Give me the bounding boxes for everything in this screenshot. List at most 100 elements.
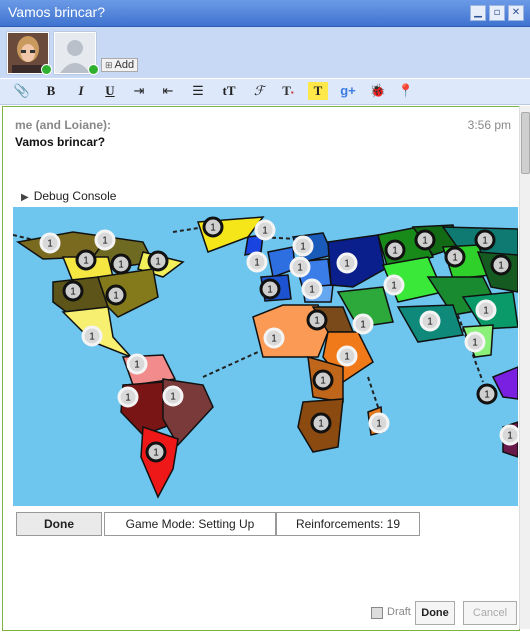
army-count-label: 1: [484, 390, 490, 401]
army-count-marker[interactable]: 1: [202, 216, 224, 238]
army-count-marker[interactable]: 1: [336, 252, 358, 274]
attach-icon[interactable]: 📎: [12, 82, 32, 100]
underline-icon[interactable]: U: [100, 82, 120, 100]
army-count-label: 1: [314, 316, 320, 327]
army-count-label: 1: [102, 236, 108, 247]
army-count-marker[interactable]: 1: [312, 369, 334, 391]
minimize-button[interactable]: ▁: [470, 5, 486, 21]
game-mode-label: Game Mode: Setting Up: [104, 512, 276, 536]
army-count-label: 1: [344, 352, 350, 363]
add-participant-button[interactable]: ⊞ Add: [101, 58, 139, 72]
army-count-marker[interactable]: 1: [105, 284, 127, 306]
army-count-marker[interactable]: 1: [499, 424, 518, 446]
maximize-button[interactable]: ▫: [489, 5, 505, 21]
army-count-label: 1: [344, 259, 350, 270]
google-plus-icon[interactable]: g+: [338, 82, 358, 100]
army-count-label: 1: [300, 242, 306, 253]
army-count-marker[interactable]: 1: [263, 327, 285, 349]
army-count-marker[interactable]: 1: [475, 299, 497, 321]
italic-icon[interactable]: I: [71, 82, 91, 100]
text-color-icon[interactable]: T▪: [278, 82, 298, 100]
army-count-marker[interactable]: 1: [162, 385, 184, 407]
army-count-marker[interactable]: 1: [292, 235, 314, 257]
army-count-label: 1: [297, 263, 303, 274]
window-title: Vamos brincar?: [8, 4, 106, 20]
army-count-label: 1: [118, 260, 124, 271]
army-count-marker[interactable]: 1: [259, 278, 281, 300]
army-count-label: 1: [318, 419, 324, 430]
army-count-marker[interactable]: 1: [414, 229, 436, 251]
army-count-marker[interactable]: 1: [126, 353, 148, 375]
participants-bar: ⊞ Add: [0, 27, 530, 78]
army-count-marker[interactable]: 1: [383, 274, 405, 296]
highlight-icon[interactable]: T: [308, 82, 328, 100]
army-count-marker[interactable]: 1: [336, 345, 358, 367]
world-map[interactable]: 1 1 1 1 1 1 1 1 1 1 1 1 1 1 1 1 1 1 1 1 1 1 1 1 1 1 1 1 1 1 1 1 1 1 1 1 1 1: [13, 207, 518, 506]
army-count-marker[interactable]: 1: [39, 232, 61, 254]
south-america: [120, 354, 214, 499]
army-count-marker[interactable]: 1: [94, 229, 116, 251]
army-count-label: 1: [83, 256, 89, 267]
expand-triangle-icon: ▶: [21, 192, 29, 203]
outdent-icon[interactable]: ⇤: [158, 82, 178, 100]
army-count-label: 1: [483, 306, 489, 317]
army-count-marker[interactable]: 1: [75, 249, 97, 271]
blip: me (and Loiane): 3:56 pm Vamos brincar? …: [2, 106, 520, 631]
army-count-label: 1: [113, 291, 119, 302]
army-count-marker[interactable]: 1: [254, 219, 276, 241]
army-count-label: 1: [482, 236, 488, 247]
font-size-icon[interactable]: tT: [219, 82, 239, 100]
army-count-marker[interactable]: 1: [62, 280, 84, 302]
army-count-marker[interactable]: 1: [444, 246, 466, 268]
army-count-label: 1: [267, 285, 273, 296]
army-count-marker[interactable]: 1: [490, 254, 512, 276]
army-count-label: 1: [427, 317, 433, 328]
done-game-button[interactable]: Done: [16, 512, 102, 536]
army-count-marker[interactable]: 1: [147, 250, 169, 272]
online-status-icon: [41, 64, 52, 75]
army-count-marker[interactable]: 1: [384, 239, 406, 261]
map-pin-icon[interactable]: 📍: [396, 82, 416, 100]
army-count-marker[interactable]: 1: [289, 256, 311, 278]
army-count-label: 1: [125, 393, 131, 404]
army-count-label: 1: [70, 287, 76, 298]
army-count-marker[interactable]: 1: [306, 309, 328, 331]
scrollbar-thumb[interactable]: [521, 112, 530, 174]
army-count-label: 1: [309, 285, 315, 296]
army-count-label: 1: [134, 360, 140, 371]
army-count-marker[interactable]: 1: [352, 313, 374, 335]
formatting-toolbar: 📎 B I U ⇥ ⇤ ☰ tT ℱ T▪ T g+ 🐞 📍: [0, 79, 530, 105]
army-count-marker[interactable]: 1: [474, 229, 496, 251]
army-count-marker[interactable]: 1: [310, 412, 332, 434]
indent-icon[interactable]: ⇥: [129, 82, 149, 100]
army-count-marker[interactable]: 1: [246, 251, 268, 273]
close-button[interactable]: ✕: [508, 5, 524, 21]
title-bar: Vamos brincar? ▁ ▫ ✕: [0, 0, 530, 27]
font-icon[interactable]: ℱ: [249, 82, 269, 100]
world-map-svg: 1 1 1 1 1 1 1 1 1 1 1 1 1 1 1 1 1 1 1 1 1 1 1 1 1 1 1 1 1 1 1 1 1 1 1 1 1 1: [13, 216, 518, 499]
army-count-marker[interactable]: 1: [117, 386, 139, 408]
army-count-label: 1: [262, 226, 268, 237]
army-count-marker[interactable]: 1: [464, 331, 486, 353]
done-button[interactable]: Done: [415, 601, 455, 625]
army-count-marker[interactable]: 1: [145, 441, 167, 463]
army-count-label: 1: [422, 236, 428, 247]
cancel-button[interactable]: Cancel: [463, 601, 517, 625]
army-count-marker[interactable]: 1: [110, 253, 132, 275]
army-count-marker[interactable]: 1: [419, 310, 441, 332]
scrollbar[interactable]: [519, 106, 530, 629]
army-count-marker[interactable]: 1: [476, 383, 498, 405]
army-count-label: 1: [452, 253, 458, 264]
bug-icon[interactable]: 🐞: [368, 82, 388, 100]
debug-console-toggle[interactable]: ▶ Debug Console: [21, 189, 116, 203]
territory[interactable]: [140, 425, 179, 499]
bold-icon[interactable]: B: [41, 82, 61, 100]
army-count-label: 1: [89, 332, 95, 343]
draft-checkbox[interactable]: [371, 607, 383, 619]
army-count-marker[interactable]: 1: [368, 412, 390, 434]
bullet-list-icon[interactable]: ☰: [188, 82, 208, 100]
army-count-marker[interactable]: 1: [301, 278, 323, 300]
army-count-marker[interactable]: 1: [81, 325, 103, 347]
blip-message: Vamos brincar?: [15, 135, 106, 149]
army-count-label: 1: [320, 376, 326, 387]
